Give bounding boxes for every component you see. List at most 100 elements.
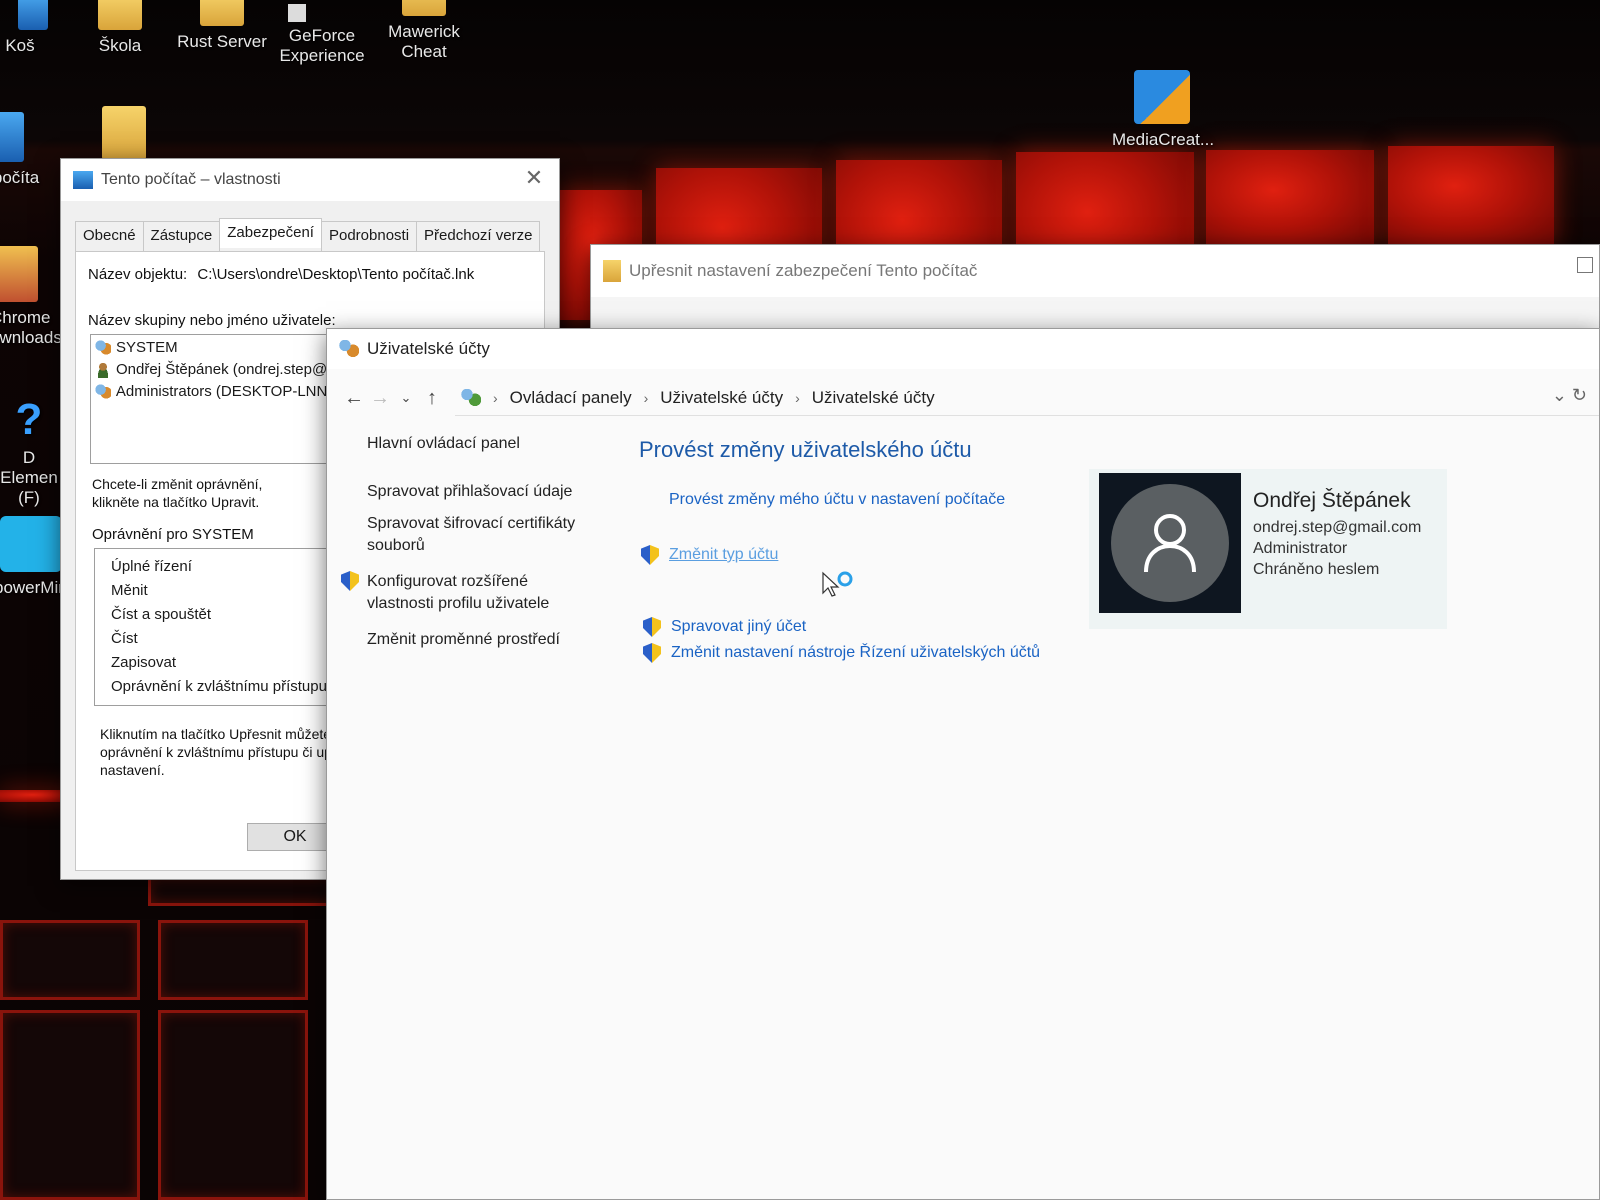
principal-label: Administrators (DESKTOP-LNNG bbox=[115, 383, 339, 400]
forward-arrow-icon[interactable]: → bbox=[367, 387, 393, 410]
list-item[interactable]: Ondřej Štěpánek (ondrej.step@g bbox=[91, 359, 339, 381]
tab-obecne[interactable]: Obecné bbox=[75, 221, 144, 251]
permissions-label: Oprávnění pro SYSTEM bbox=[92, 526, 254, 543]
window-title: Uživatelské účty bbox=[367, 339, 490, 358]
user-accounts-titlebar[interactable]: Uživatelské účty bbox=[327, 329, 1599, 369]
user-email: ondrej.step@gmail.com bbox=[1253, 519, 1422, 536]
list-item[interactable]: Administrators (DESKTOP-LNNG bbox=[91, 381, 339, 403]
list-item[interactable]: SYSTEM bbox=[91, 337, 339, 359]
wallpaper-tile bbox=[0, 920, 140, 1000]
folder-icon bbox=[603, 260, 621, 282]
wallpaper-tile bbox=[148, 876, 338, 906]
user-avatar-icon bbox=[1111, 484, 1229, 602]
desktop-icon-mediacreation[interactable]: MediaCreat... bbox=[1112, 70, 1215, 150]
breadcrumb[interactable]: › Ovládací panely › Uživatelské účty › U… bbox=[455, 380, 1599, 416]
nav-label: Konfigurovat rozšířené vlastnosti profil… bbox=[367, 573, 550, 612]
list-item: Číst bbox=[111, 630, 138, 647]
desktop-icon-mawerick[interactable]: Mawerick Cheat bbox=[374, 0, 474, 62]
tab-predchozi-verze[interactable]: Předchozí verze bbox=[416, 221, 541, 251]
computer-icon bbox=[0, 112, 24, 162]
user-info: Ondřej Štěpánek ondrej.step@gmail.com Ad… bbox=[1241, 469, 1421, 629]
tab-zabezpeceni[interactable]: Zabezpečení bbox=[219, 218, 322, 248]
nav-label: Spravovat šifrovací certifikáty souborů bbox=[367, 515, 576, 554]
nav-manage-certificates[interactable]: Spravovat šifrovací certifikáty souborů bbox=[367, 513, 597, 557]
page-title: Provést změny uživatelského účtu bbox=[639, 437, 972, 462]
principal-label: SYSTEM bbox=[116, 339, 178, 356]
breadcrumb-item[interactable]: Uživatelské účty bbox=[660, 388, 783, 408]
list-item: Oprávnění k zvláštnímu přístupu bbox=[111, 678, 327, 695]
advanced-hint-line3: nastavení. bbox=[100, 762, 165, 778]
pc-settings-link[interactable]: Provést změny mého účtu v nastavení počí… bbox=[669, 491, 1005, 509]
refresh-icon[interactable]: ⌄ ↻ bbox=[1552, 385, 1587, 406]
desktop-icon-bin[interactable]: Koš bbox=[0, 0, 70, 56]
tab-zastupce[interactable]: Zástupce bbox=[142, 221, 221, 251]
maximize-icon[interactable] bbox=[1577, 257, 1593, 273]
advanced-hint-line2: oprávnění k zvláštnímu přístupu či up bbox=[100, 744, 332, 760]
tab-podrobnosti[interactable]: Podrobnosti bbox=[320, 221, 418, 251]
advanced-titlebar[interactable]: Upřesnit nastavení zabezpečení Tento poč… bbox=[591, 245, 1599, 297]
folder-icon bbox=[200, 0, 244, 26]
uac-settings-link[interactable]: Změnit nastavení nástroje Řízení uživate… bbox=[643, 643, 1040, 663]
desktop-icon-this-pc[interactable]: to počíta bbox=[0, 112, 64, 188]
wallpaper-tile bbox=[1388, 146, 1554, 246]
link-label: Provést změny mého účtu v nastavení počí… bbox=[669, 491, 1006, 508]
busy-cursor-icon bbox=[822, 571, 853, 597]
desktop-icon-d-drive[interactable]: ? D Elemen (F) bbox=[0, 398, 66, 508]
desktop-icon-label: GeForce Experience bbox=[279, 26, 365, 65]
folder-icon bbox=[402, 0, 446, 16]
object-name-value: C:\Users\ondre\Desktop\Tento počítač.lnk bbox=[197, 266, 475, 283]
avatar bbox=[1099, 473, 1241, 613]
desktop-icon-geforce[interactable]: GeForce Experience bbox=[272, 4, 372, 66]
nav-label: Hlavní ovládací panel bbox=[367, 435, 520, 452]
folder-icon bbox=[98, 0, 142, 30]
nav-control-panel-home[interactable]: Hlavní ovládací panel bbox=[367, 433, 627, 455]
user-name: Ondřej Štěpánek bbox=[1253, 489, 1411, 512]
wallpaper-tile bbox=[0, 1010, 140, 1200]
uac-shield-icon bbox=[641, 545, 659, 565]
manage-other-account-link[interactable]: Spravovat jiný účet bbox=[643, 617, 806, 637]
nav-manage-credentials[interactable]: Spravovat přihlašovací údaje bbox=[367, 481, 627, 503]
desktop-icon-skola[interactable]: Škola bbox=[70, 0, 170, 56]
chevron-right-icon: › bbox=[795, 389, 800, 406]
computer-icon bbox=[73, 171, 93, 189]
recycle-bin-icon bbox=[18, 0, 48, 30]
properties-tabs: Obecné Zástupce Zabezpečení Podrobnosti … bbox=[75, 218, 541, 251]
change-hint-line1: Chcete-li změnit oprávnění, bbox=[92, 476, 263, 492]
chevron-right-icon: › bbox=[493, 389, 498, 406]
desktop-icon-folder-2[interactable] bbox=[74, 106, 174, 166]
window-title: Upřesnit nastavení zabezpečení Tento poč… bbox=[629, 261, 978, 280]
help-drive-icon: ? bbox=[15, 395, 43, 444]
control-panel-icon bbox=[461, 388, 481, 407]
chevron-down-icon[interactable]: ⌄ bbox=[393, 390, 419, 406]
breadcrumb-item[interactable]: Ovládací panely bbox=[510, 388, 632, 408]
group-icon bbox=[95, 340, 111, 356]
nav-label: Změnit proměnné prostředí bbox=[367, 631, 560, 648]
close-icon[interactable]: ✕ bbox=[523, 167, 545, 189]
apowermirror-icon bbox=[0, 516, 62, 572]
desktop-icon-label: Chrome ownloads bbox=[0, 308, 62, 347]
principals-list[interactable]: SYSTEM Ondřej Štěpánek (ondrej.step@g Ad… bbox=[90, 334, 340, 464]
uac-shield-icon bbox=[341, 571, 359, 591]
desktop-icon-label: powerMir bbox=[0, 578, 64, 597]
wallpaper-tile bbox=[158, 920, 308, 1000]
link-label: Změnit nastavení nástroje Řízení uživate… bbox=[671, 644, 1041, 661]
breadcrumb-item[interactable]: Uživatelské účty bbox=[812, 388, 935, 408]
geforce-icon bbox=[288, 4, 306, 22]
list-item: Číst a spouštět bbox=[111, 606, 212, 623]
nav-advanced-profile[interactable]: Konfigurovat rozšířené vlastnosti profil… bbox=[341, 571, 591, 615]
desktop-icon-label: Rust Server bbox=[177, 32, 267, 51]
user-role: Administrator bbox=[1253, 540, 1348, 557]
principal-label: Ondřej Štěpánek (ondrej.step@g bbox=[116, 361, 336, 378]
desktop-icon-rust-server[interactable]: Rust Server bbox=[172, 0, 272, 52]
back-arrow-icon[interactable]: ← bbox=[341, 387, 367, 410]
desktop-icon-apowermirror[interactable]: powerMir bbox=[0, 516, 68, 598]
properties-titlebar[interactable]: Tento počítač – vlastnosti ✕ bbox=[61, 159, 559, 201]
up-arrow-icon[interactable]: ↑ bbox=[419, 387, 445, 410]
window-title: Tento počítač – vlastnosti bbox=[101, 171, 281, 188]
address-bar: ← → ⌄ ↑ › Ovládací panely › Uživatelské … bbox=[327, 373, 1599, 423]
nav-environment-variables[interactable]: Změnit proměnné prostředí bbox=[367, 629, 627, 651]
change-account-type-link[interactable]: Změnit typ účtu bbox=[641, 545, 778, 565]
link-label: Změnit typ účtu bbox=[669, 546, 779, 563]
desktop-icon-label: MediaCreat... bbox=[1112, 130, 1215, 149]
wallpaper-tile bbox=[1206, 150, 1374, 250]
